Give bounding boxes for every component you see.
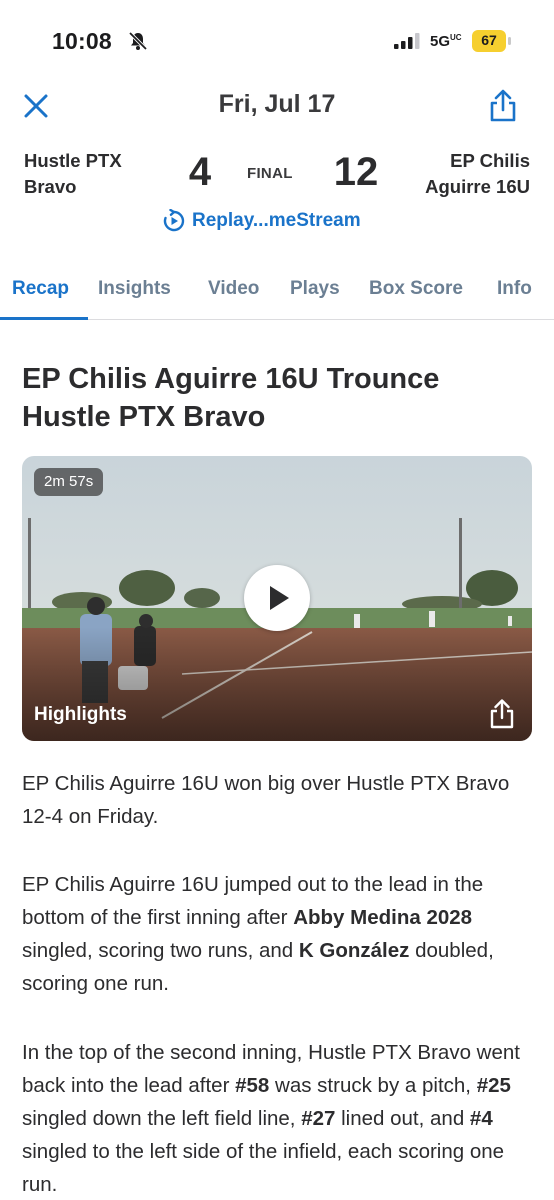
tab-recap[interactable]: Recap <box>12 278 69 300</box>
away-team-name[interactable]: Hustle PTX Bravo <box>24 148 122 200</box>
replay-stream-link[interactable]: Replay...meStream <box>162 208 361 234</box>
play-icon <box>270 586 289 610</box>
share-icon <box>490 699 514 729</box>
article-paragraph-1: EP Chilis Aguirre 16U won big over Hustl… <box>22 772 510 828</box>
article-paragraph-3: In the top of the second inning, Hustle … <box>22 1041 520 1196</box>
player-link: K González <box>298 939 410 962</box>
battery-indicator: 67 <box>472 30 512 52</box>
game-status: FINAL <box>247 165 293 182</box>
article-paragraph-2: EP Chilis Aguirre 16U jumped out to the … <box>22 873 494 995</box>
tab-box-score[interactable]: Box Score <box>369 278 463 300</box>
tab-plays[interactable]: Plays <box>290 278 340 300</box>
away-team-score: 4 <box>188 150 212 194</box>
player-link: #58 <box>235 1074 270 1097</box>
player-link: #4 <box>469 1107 493 1130</box>
home-team-score: 12 <box>333 150 379 194</box>
highlights-video[interactable]: 2m 57s Highlights <box>22 456 532 741</box>
play-button[interactable] <box>244 565 310 631</box>
tab-video[interactable]: Video <box>208 278 259 300</box>
replay-icon <box>163 209 185 232</box>
article-headline: EP Chilis Aguirre 16U Trounce Hustle PTX… <box>22 363 440 433</box>
game-date-title: Fri, Jul 17 <box>218 90 336 118</box>
player-link: #25 <box>476 1074 511 1097</box>
home-team-name[interactable]: EP Chilis Aguirre 16U <box>425 148 530 200</box>
network-type: 5GUC <box>430 33 462 50</box>
share-button[interactable] <box>486 88 520 124</box>
tab-insights[interactable]: Insights <box>98 278 171 300</box>
share-icon <box>490 89 516 122</box>
active-tab-indicator <box>0 317 88 320</box>
status-time: 10:08 <box>52 28 112 54</box>
video-duration-badge: 2m 57s <box>34 468 104 496</box>
tab-info[interactable]: Info <box>497 278 532 300</box>
bell-muted-icon <box>128 31 148 51</box>
cellular-signal-icon <box>394 33 420 49</box>
status-bar: 10:08 5GUC 67 <box>0 0 554 84</box>
video-title: Highlights <box>34 704 127 725</box>
video-share-button[interactable] <box>486 697 518 731</box>
tab-bar: Recap Insights Video Plays Box Score Inf… <box>0 270 554 320</box>
player-link: #27 <box>301 1107 336 1130</box>
player-link: Abby Medina 2028 <box>293 906 473 929</box>
